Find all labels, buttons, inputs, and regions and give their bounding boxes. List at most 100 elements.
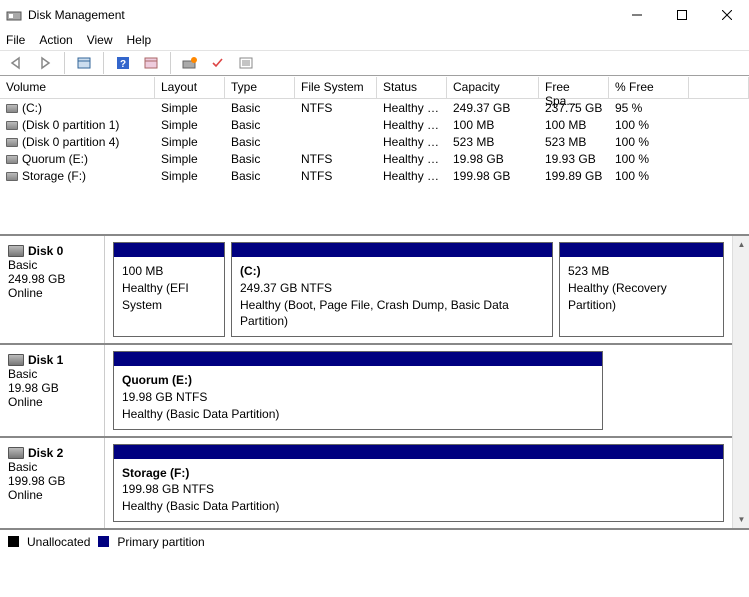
scrollbar-vertical[interactable]: ▲ ▼	[732, 236, 749, 528]
volume-status: Healthy (B...	[377, 169, 447, 183]
disk-type: Basic	[8, 258, 98, 272]
swatch-unallocated	[8, 536, 19, 547]
disk-label[interactable]: Disk 2Basic199.98 GBOnline	[0, 438, 105, 528]
help-button[interactable]: ?	[112, 52, 134, 74]
props-button[interactable]	[73, 52, 95, 74]
disk-row: Disk 1Basic19.98 GBOnlineQuorum (E:)19.9…	[0, 345, 732, 437]
disk-name: Disk 1	[28, 353, 63, 367]
volume-layout: Simple	[155, 118, 225, 132]
menu-file[interactable]: File	[6, 33, 25, 47]
swatch-primary	[98, 536, 109, 547]
disk-size: 199.98 GB	[8, 474, 98, 488]
partition-title: (C:)	[240, 263, 544, 280]
disk-row: Disk 0Basic249.98 GBOnline100 MBHealthy …	[0, 236, 732, 345]
volume-name: Storage (F:)	[22, 169, 86, 183]
col-pct[interactable]: % Free	[609, 77, 689, 98]
drive-icon	[6, 138, 18, 147]
partition[interactable]: 523 MBHealthy (Recovery Partition)	[559, 242, 724, 337]
disk-icon	[8, 447, 24, 459]
volume-pct: 100 %	[609, 152, 689, 166]
partition[interactable]: Quorum (E:)19.98 GB NTFSHealthy (Basic D…	[113, 351, 603, 429]
volume-free: 237.75 GB	[539, 101, 609, 115]
col-volume[interactable]: Volume	[0, 77, 155, 98]
drive-icon	[6, 104, 18, 113]
volume-status: Healthy (R...	[377, 135, 447, 149]
partition-title: Storage (F:)	[122, 465, 715, 482]
volume-pct: 100 %	[609, 135, 689, 149]
menu-help[interactable]: Help	[127, 33, 152, 47]
partition-container: Storage (F:)199.98 GB NTFSHealthy (Basic…	[105, 438, 732, 528]
volume-list-header: Volume Layout Type File System Status Ca…	[0, 77, 749, 99]
disk-status: Online	[8, 488, 98, 502]
app-icon	[6, 7, 22, 23]
volume-type: Basic	[225, 169, 295, 183]
partition-stripe	[114, 243, 224, 257]
volume-free: 199.89 GB	[539, 169, 609, 183]
col-capacity[interactable]: Capacity	[447, 77, 539, 98]
scroll-down-icon[interactable]: ▼	[733, 511, 749, 528]
volume-layout: Simple	[155, 152, 225, 166]
partition[interactable]: 100 MBHealthy (EFI System	[113, 242, 225, 337]
volume-pct: 100 %	[609, 169, 689, 183]
partition-title: Quorum (E:)	[122, 372, 594, 389]
close-button[interactable]	[704, 0, 749, 30]
disk-status: Online	[8, 286, 98, 300]
partition[interactable]: (C:)249.37 GB NTFSHealthy (Boot, Page Fi…	[231, 242, 553, 337]
volume-row[interactable]: (C:)SimpleBasicNTFSHealthy (B...249.37 G…	[0, 99, 749, 116]
check-button[interactable]	[207, 52, 229, 74]
menu-action[interactable]: Action	[39, 33, 72, 47]
volume-name: (Disk 0 partition 1)	[22, 118, 119, 132]
back-button[interactable]	[6, 52, 28, 74]
legend-unallocated: Unallocated	[27, 535, 90, 549]
forward-button[interactable]	[34, 52, 56, 74]
settings-button[interactable]	[179, 52, 201, 74]
volume-type: Basic	[225, 101, 295, 115]
disk-size: 249.98 GB	[8, 272, 98, 286]
volume-fs: NTFS	[295, 169, 377, 183]
volume-row[interactable]: Quorum (E:)SimpleBasicNTFSHealthy (B...1…	[0, 150, 749, 167]
disk-status: Online	[8, 395, 98, 409]
col-layout[interactable]: Layout	[155, 77, 225, 98]
volume-fs: NTFS	[295, 152, 377, 166]
volume-status: Healthy (B...	[377, 152, 447, 166]
disk-label[interactable]: Disk 1Basic19.98 GBOnline	[0, 345, 105, 435]
partition-size: 523 MB	[568, 263, 715, 280]
legend-primary: Primary partition	[117, 535, 204, 549]
volume-name: Quorum (E:)	[22, 152, 88, 166]
svg-text:?: ?	[120, 59, 126, 70]
list-button[interactable]	[235, 52, 257, 74]
partition-container: Quorum (E:)19.98 GB NTFSHealthy (Basic D…	[105, 345, 732, 435]
disk-row: Disk 2Basic199.98 GBOnlineStorage (F:)19…	[0, 438, 732, 528]
partition-status: Healthy (Recovery Partition)	[568, 280, 715, 314]
partition-stripe	[114, 445, 723, 459]
volume-type: Basic	[225, 135, 295, 149]
volume-row[interactable]: (Disk 0 partition 4)SimpleBasicHealthy (…	[0, 133, 749, 150]
menu-view[interactable]: View	[87, 33, 113, 47]
drive-icon	[6, 155, 18, 164]
col-type[interactable]: Type	[225, 77, 295, 98]
show-button[interactable]	[140, 52, 162, 74]
partition[interactable]: Storage (F:)199.98 GB NTFSHealthy (Basic…	[113, 444, 724, 522]
window-title: Disk Management	[28, 8, 125, 22]
volume-list: Volume Layout Type File System Status Ca…	[0, 76, 749, 184]
volume-capacity: 199.98 GB	[447, 169, 539, 183]
col-fs[interactable]: File System	[295, 77, 377, 98]
volume-capacity: 523 MB	[447, 135, 539, 149]
minimize-button[interactable]	[614, 0, 659, 30]
volume-row[interactable]: Storage (F:)SimpleBasicNTFSHealthy (B...…	[0, 167, 749, 184]
volume-type: Basic	[225, 118, 295, 132]
volume-layout: Simple	[155, 101, 225, 115]
col-free[interactable]: Free Spa...	[539, 77, 609, 98]
volume-name: (C:)	[22, 101, 42, 115]
volume-row[interactable]: (Disk 0 partition 1)SimpleBasicHealthy (…	[0, 116, 749, 133]
col-status[interactable]: Status	[377, 77, 447, 98]
disk-size: 19.98 GB	[8, 381, 98, 395]
volume-free: 523 MB	[539, 135, 609, 149]
drive-icon	[6, 172, 18, 181]
disk-label[interactable]: Disk 0Basic249.98 GBOnline	[0, 236, 105, 343]
partition-size: 100 MB	[122, 263, 216, 280]
scroll-up-icon[interactable]: ▲	[733, 236, 749, 253]
maximize-button[interactable]	[659, 0, 704, 30]
volume-capacity: 249.37 GB	[447, 101, 539, 115]
volume-pct: 100 %	[609, 118, 689, 132]
